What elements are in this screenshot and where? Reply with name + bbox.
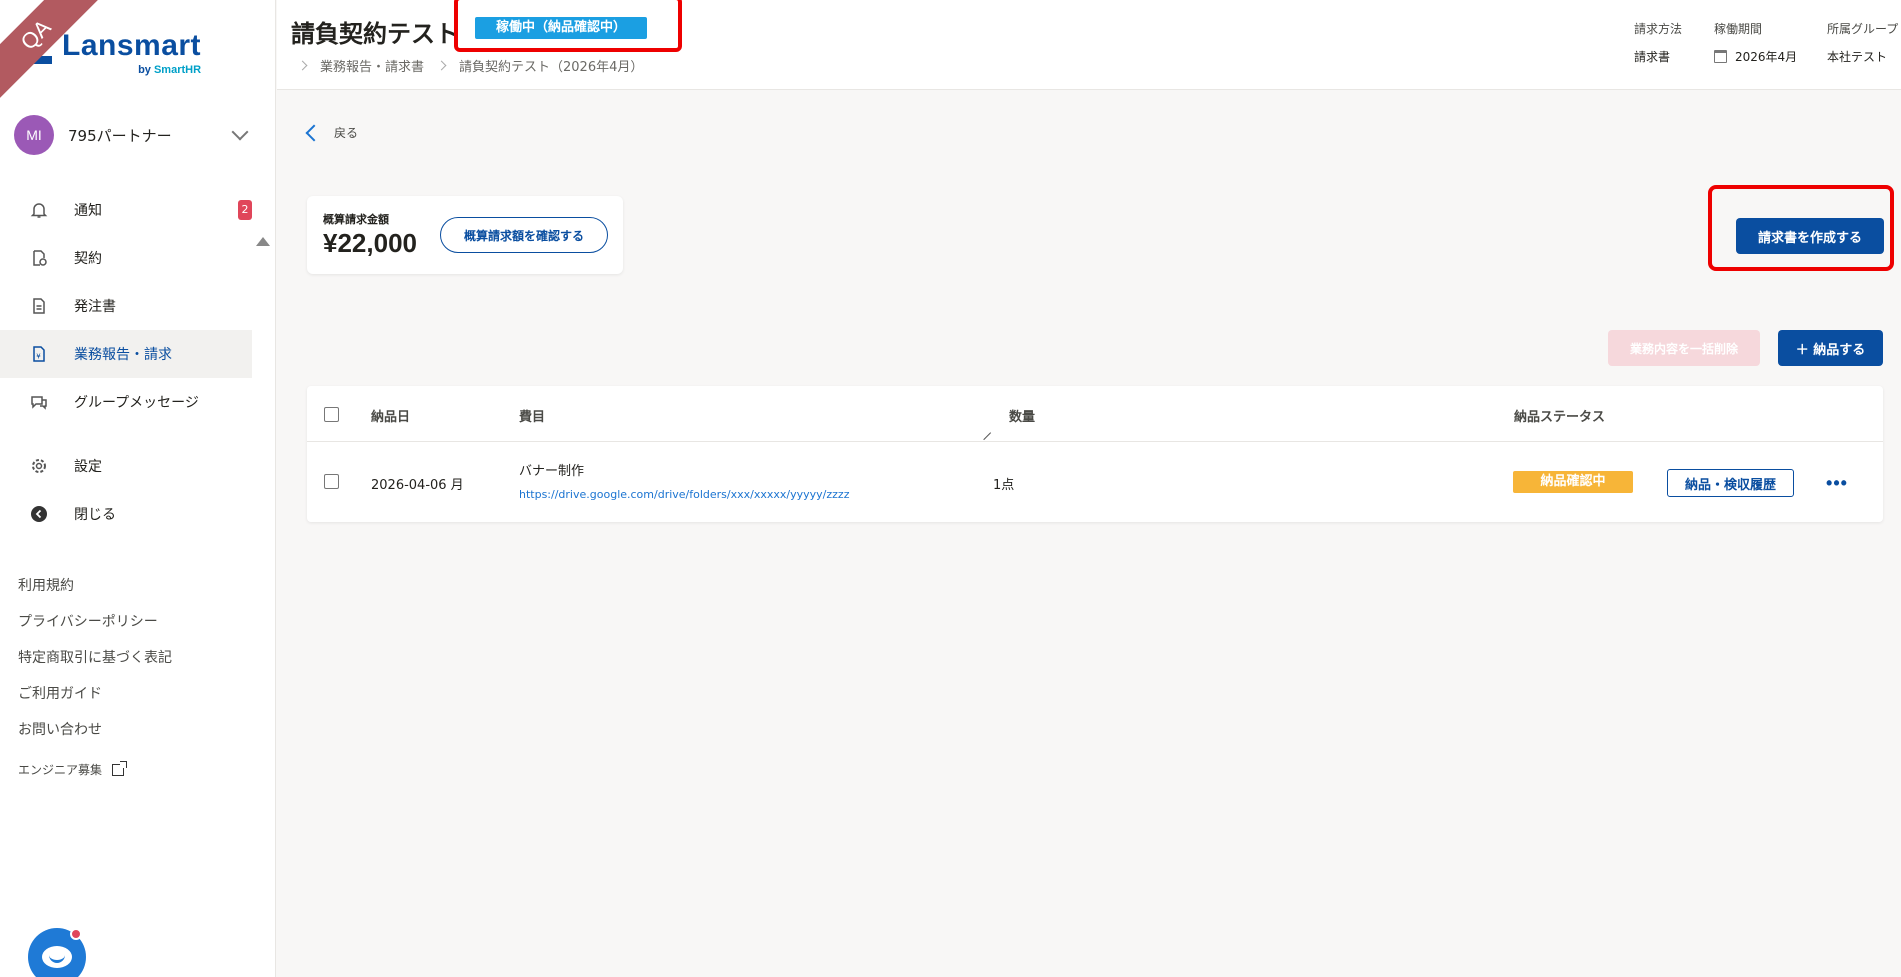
estimate-amount: ¥22,000 — [323, 228, 417, 258]
bell-icon — [28, 199, 50, 221]
highlight-annotation-status — [454, 0, 682, 52]
delivery-status-badge: 納品確認中 — [1513, 471, 1633, 493]
breadcrumb: 業務報告・請求書 請負契約テスト（2026年4月） — [293, 56, 643, 75]
qa-ribbon: QA — [0, 0, 110, 110]
column-header-status[interactable]: 納品ステータス — [1514, 406, 1605, 425]
terms-link[interactable]: 利用規約 — [18, 572, 172, 608]
item-quantity: 1点 — [993, 478, 1015, 493]
bulk-delete-button[interactable]: 業務内容を一括削除 — [1608, 330, 1760, 366]
item-link[interactable]: https://drive.google.com/drive/folders/x… — [519, 488, 849, 501]
delivery-history-button[interactable]: 納品・検収履歴 — [1667, 469, 1794, 497]
commercial-law-link[interactable]: 特定商取引に基づく表記 — [18, 644, 172, 680]
breadcrumb-item[interactable]: 業務報告・請求書 — [320, 56, 424, 75]
column-header-quantity[interactable]: 数量 — [1009, 406, 1035, 425]
privacy-policy-link[interactable]: プライバシーポリシー — [18, 608, 172, 644]
page-header: 請負契約テスト 稼働中（納品確認中） 業務報告・請求書 請負契約テスト（2026… — [277, 0, 1901, 90]
gear-icon — [28, 455, 50, 477]
calendar-icon — [1714, 50, 1727, 63]
sidebar-nav: 通知 2 契約 発注書 ¥ 業務報告・請求 グループメッセージ 設定 閉じる — [0, 186, 252, 538]
more-options-icon[interactable]: ••• — [1823, 472, 1851, 494]
estimate-label: 概算請求金額 — [323, 213, 389, 226]
sidebar-item-purchase-orders[interactable]: 発注書 — [0, 282, 252, 330]
item-name: バナー制作 — [519, 464, 585, 479]
avatar: MI — [14, 115, 54, 155]
page-title: 請負契約テスト — [291, 20, 459, 48]
back-link[interactable]: 戻る — [305, 124, 358, 141]
sidebar: QA Lansmart by SmartHR MI 795パートナー 通知 2 … — [0, 0, 276, 977]
sidebar-item-contracts[interactable]: 契約 — [0, 234, 252, 282]
column-resize-handle-icon[interactable] — [976, 425, 992, 441]
meta-work-period: 稼働期間 2026年4月 — [1714, 22, 1798, 64]
contact-link[interactable]: お問い合わせ — [18, 716, 172, 752]
document-icon — [28, 295, 50, 317]
engineer-recruit-link[interactable]: エンジニア募集 — [18, 752, 172, 788]
notification-count-badge: 2 — [238, 200, 252, 220]
deliveries-table: 納品日 費目 数量 納品ステータス 2026-04-06 月 バナー制作 htt… — [307, 386, 1883, 522]
chat-bubble-icon — [42, 946, 72, 968]
chat-icon — [28, 391, 50, 413]
chevron-right-icon — [297, 60, 308, 71]
unread-indicator-dot — [70, 928, 82, 940]
select-all-checkbox[interactable] — [324, 407, 339, 422]
invoice-icon: ¥ — [28, 343, 50, 365]
chevron-down-icon — [231, 123, 249, 141]
svg-text:¥: ¥ — [36, 353, 41, 361]
account-switcher[interactable]: MI 795パートナー — [14, 114, 254, 156]
scroll-up-arrow-icon[interactable] — [256, 237, 270, 246]
breadcrumb-item-current: 請負契約テスト（2026年4月） — [459, 60, 644, 75]
row-checkbox[interactable] — [324, 474, 339, 489]
account-name: 795パートナー — [68, 126, 172, 145]
highlight-annotation-create-invoice — [1708, 185, 1894, 271]
estimate-card: 概算請求金額 ¥22,000 概算請求額を確認する — [307, 196, 623, 274]
user-guide-link[interactable]: ご利用ガイド — [18, 680, 172, 716]
sidebar-item-settings[interactable]: 設定 — [0, 442, 252, 490]
logo-subtitle: by SmartHR — [138, 64, 202, 76]
sidebar-item-reports-invoices[interactable]: ¥ 業務報告・請求 — [0, 330, 252, 378]
external-link-icon — [112, 761, 128, 776]
deliver-button[interactable]: ＋ 納品する — [1778, 330, 1883, 366]
close-sidebar-icon — [28, 503, 50, 525]
column-header-item[interactable]: 費目 — [519, 406, 545, 425]
chevron-right-icon — [436, 60, 447, 71]
contract-icon — [28, 247, 50, 269]
meta-group: 所属グループ 本社テスト — [1827, 22, 1899, 64]
chevron-left-icon — [305, 124, 323, 141]
delivery-date: 2026-04-06 月 — [371, 478, 464, 493]
view-estimate-button[interactable]: 概算請求額を確認する — [440, 217, 608, 253]
column-header-date[interactable]: 納品日 — [371, 406, 410, 425]
meta-billing-method: 請求方法 請求書 — [1634, 22, 1683, 64]
sidebar-item-close[interactable]: 閉じる — [0, 490, 252, 538]
footer-links: 利用規約 プライバシーポリシー 特定商取引に基づく表記 ご利用ガイド お問い合わ… — [18, 572, 172, 788]
table-header: 納品日 費目 数量 納品ステータス — [307, 386, 1883, 442]
sidebar-item-notifications[interactable]: 通知 2 — [0, 186, 252, 234]
sidebar-item-group-messages[interactable]: グループメッセージ — [0, 378, 252, 426]
